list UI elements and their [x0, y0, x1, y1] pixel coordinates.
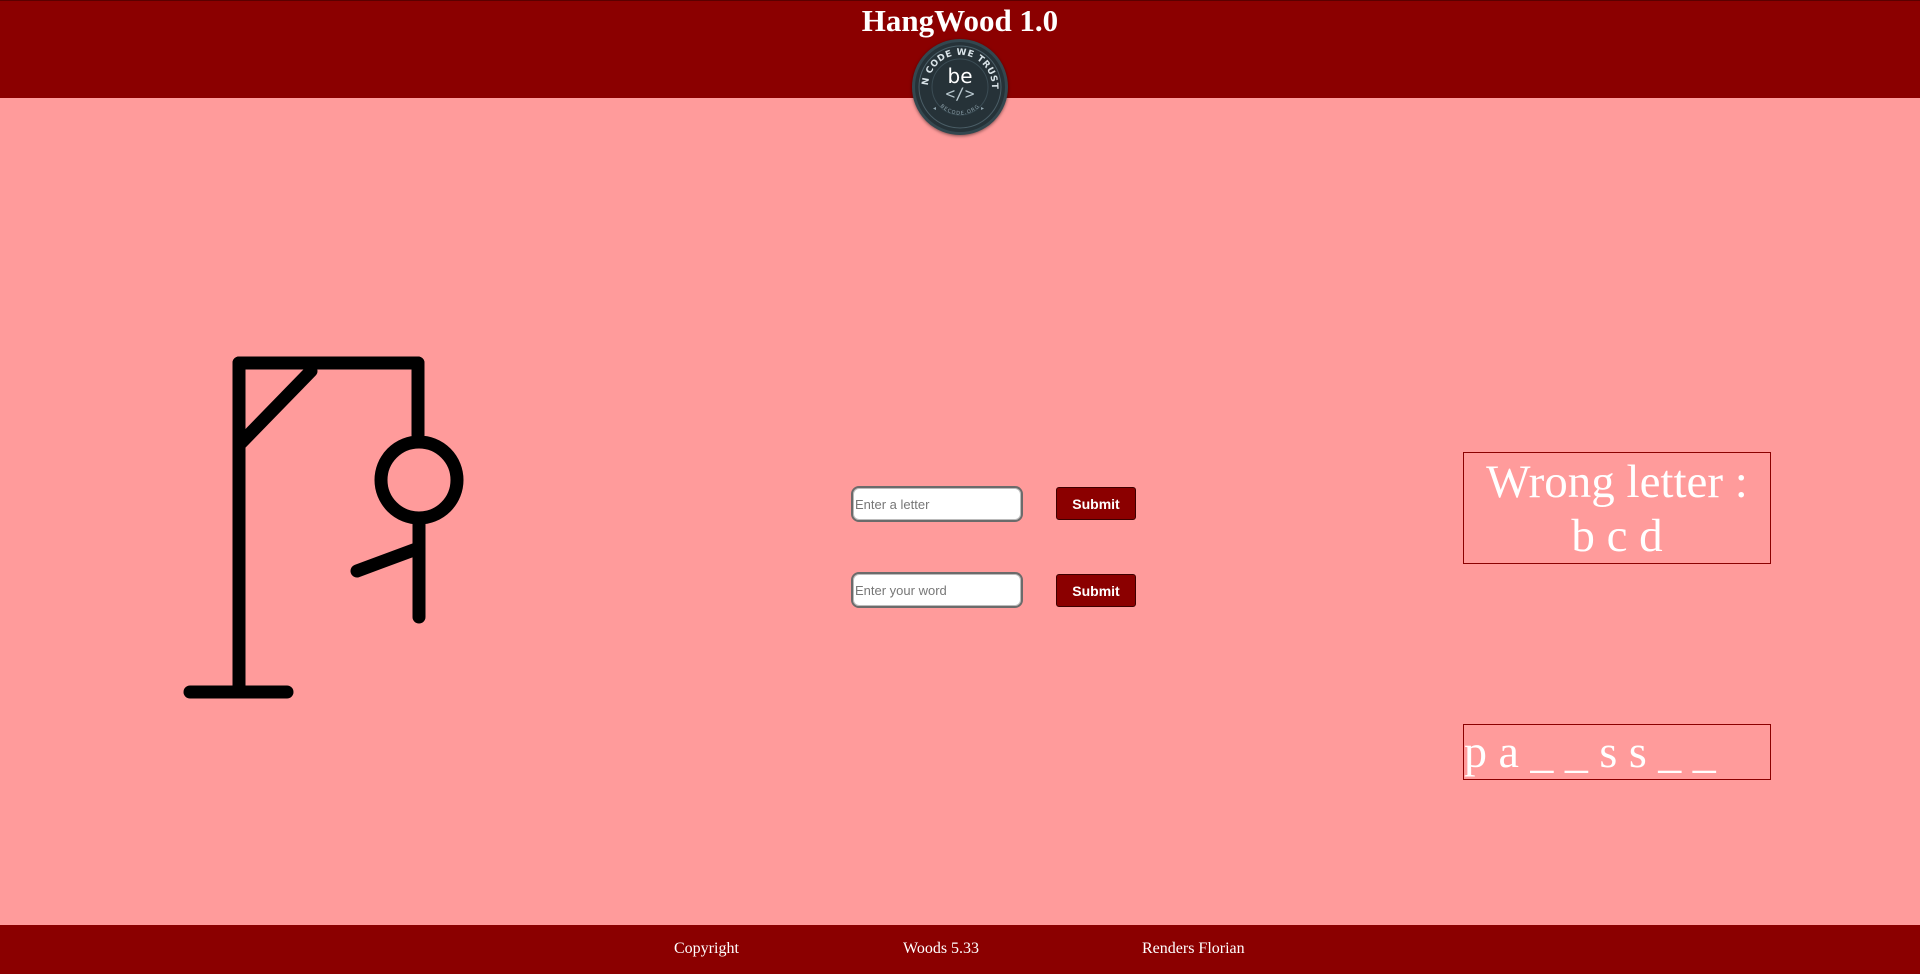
logo-bottom-text: BECODE.ORG [939, 103, 980, 116]
footer-version: Woods 5.33 [903, 940, 980, 957]
svg-text:◂: ◂ [933, 105, 936, 112]
footer-bar: Copyright Woods 5.33 Renders Florian [0, 925, 1920, 974]
letter-input[interactable] [851, 486, 1023, 522]
word-submit-button[interactable]: Submit [1056, 574, 1136, 607]
svg-text:▸: ▸ [981, 105, 984, 112]
logo-code-text: </> [945, 84, 975, 103]
footer-copyright: Copyright [674, 940, 739, 957]
hangman-gallows-icon [183, 356, 464, 699]
gallows-brace [232, 364, 318, 452]
hangman-head [374, 435, 464, 525]
page-title: HangWood 1.0 [861, 3, 1059, 38]
word-display: p a _ _ s s _ _ [1463, 724, 1771, 780]
word-input[interactable] [851, 572, 1023, 608]
wrong-letters-panel: Wrong letter : b c d [1463, 452, 1771, 564]
wrong-letters-label: Wrong letter : [1486, 456, 1748, 508]
footer-credits: Renders Florian [1142, 940, 1245, 957]
letter-submit-button[interactable]: Submit [1056, 487, 1136, 520]
be-code-logo-icon: IN CODE WE TRUST BECODE.ORG ◂ ▸ be </> [912, 39, 1008, 135]
wrong-letters-list: b c d [1571, 510, 1663, 562]
hangman-left-arm [350, 541, 426, 578]
svg-text:BECODE.ORG: BECODE.ORG [939, 103, 981, 116]
